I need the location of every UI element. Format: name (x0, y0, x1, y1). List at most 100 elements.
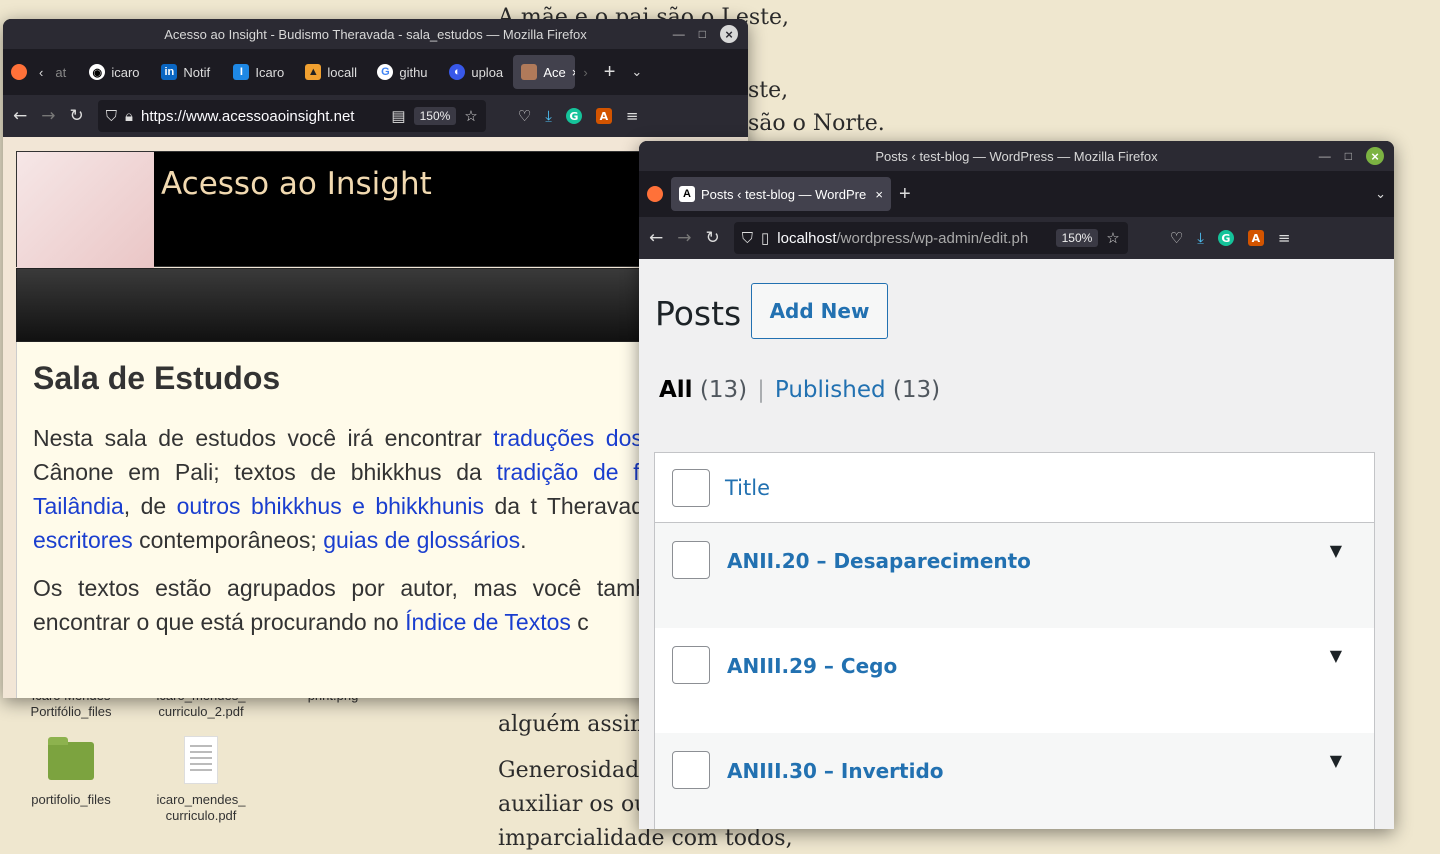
filter-published[interactable]: Published (13) (775, 377, 940, 403)
column-title-sort[interactable]: Title (725, 476, 770, 500)
posts-table: Title ANII.20 – Desaparecimento ▼ ANIII.… (654, 452, 1375, 829)
download-icon[interactable]: ⤓ (1197, 229, 1204, 247)
tab-bar: A Posts ‹ test-blog — WordPre × + ⌄ (639, 171, 1394, 217)
extension-icon[interactable]: A (1247, 230, 1264, 246)
link-outros-bhikkhus[interactable]: outros bhikkhus e bhikkhunis (177, 493, 484, 519)
filter-separator: | (757, 377, 765, 403)
grammarly-icon[interactable]: G (1217, 230, 1234, 246)
menu-icon[interactable]: ≡ (626, 107, 639, 125)
tab-1[interactable]: ◉ icaro (81, 55, 153, 89)
forward-icon[interactable]: → (41, 106, 55, 126)
link-guias[interactable]: guias de (323, 527, 410, 553)
url-text: localhost/wordpress/wp-admin/edit.ph (777, 229, 1029, 247)
window-title: Posts ‹ test-blog — WordPress — Mozilla … (875, 148, 1158, 164)
reload-icon[interactable]: ↻ (706, 228, 720, 248)
link-glossarios[interactable]: glossários (417, 527, 521, 553)
reader-view-icon[interactable]: ▤ (391, 107, 405, 125)
desktop-icon-portifolio-files[interactable]: portifolio_files (16, 737, 126, 808)
tab-3[interactable]: I Icaro (225, 55, 297, 89)
desktop-icon-curriculo[interactable]: icaro_mendes_ curriculo.pdf (146, 736, 256, 824)
link-tradicao[interactable]: tradição de f (496, 459, 639, 485)
list-tabs-icon[interactable]: ⌄ (623, 55, 650, 89)
shield-icon: ⛉ (741, 229, 754, 247)
wordpress-icon: A (679, 186, 695, 202)
zoom-level[interactable]: 150% (1055, 229, 1099, 247)
post-title-link[interactable]: ANII.20 – Desaparecimento (727, 549, 1031, 573)
url-bar[interactable]: ⛉ 🔒︎ https://www.acessoaoinsight.net ▤ 1… (97, 100, 486, 132)
tab-label: Icaro (255, 64, 285, 80)
back-icon[interactable]: ← (13, 106, 27, 126)
link-traducoes[interactable]: traduções dos (493, 425, 643, 451)
tab-4[interactable]: ▲ locall (297, 55, 369, 89)
shield-icon: ⛉ (105, 107, 118, 125)
tab-label: locall (327, 64, 357, 80)
google-icon: G (377, 64, 394, 80)
firefox-menu-icon[interactable] (639, 177, 671, 211)
tab-7-active[interactable]: Ace× (513, 55, 576, 89)
bookmark-star-icon[interactable]: ☆ (464, 107, 477, 125)
add-new-button[interactable]: Add New (751, 283, 888, 339)
linkedin-icon: in (161, 64, 178, 80)
row-checkbox[interactable] (672, 541, 710, 579)
link-escritores[interactable]: escritores (33, 527, 133, 553)
url-text: https://www.acessoaoinsight.net (141, 107, 355, 125)
reload-icon[interactable]: ↻ (70, 106, 84, 126)
grammarly-icon[interactable]: G (565, 108, 582, 124)
tab-2[interactable]: in Notif (153, 55, 225, 89)
download-icon[interactable]: ⤓ (545, 107, 552, 125)
forward-icon[interactable]: → (677, 228, 691, 248)
i-icon: I (233, 64, 250, 80)
toggle-row-icon[interactable]: ▼ (1330, 541, 1342, 560)
tab-6[interactable]: ◐ uploa (441, 55, 513, 89)
pocket-icon[interactable]: ♡ (1170, 229, 1183, 247)
maximize-icon[interactable]: □ (1345, 149, 1352, 163)
firefox-menu-icon[interactable] (3, 55, 35, 89)
filter-all[interactable]: All (13) (659, 377, 747, 403)
nav-bar: ← → ↻ ⛉ ▯ localhost/wordpress/wp-admin/e… (639, 217, 1394, 259)
table-row: ANIII.29 – Cego ▼ (655, 628, 1374, 733)
tab-label: at (55, 64, 67, 80)
pocket-icon[interactable]: ♡ (518, 107, 531, 125)
toggle-row-icon[interactable]: ▼ (1330, 646, 1342, 665)
page-icon: ▯ (761, 230, 770, 247)
minimize-icon[interactable]: — (673, 27, 685, 41)
close-icon[interactable]: × (720, 25, 738, 43)
bg-text-line: auxiliar os ou (498, 792, 649, 817)
tab-label: icaro (111, 64, 140, 80)
maximize-icon[interactable]: □ (699, 27, 706, 41)
acesso-icon (521, 64, 538, 80)
tab-0[interactable]: at (47, 55, 81, 89)
hands-logo-image (17, 152, 154, 268)
tab-posts-active[interactable]: A Posts ‹ test-blog — WordPre × (671, 177, 891, 211)
desktop-icon-label: portifolio_files (31, 792, 111, 807)
extension-icon[interactable]: A (595, 108, 612, 124)
post-title-link[interactable]: ANIII.29 – Cego (727, 654, 897, 678)
zoom-level[interactable]: 150% (413, 107, 457, 125)
menu-icon[interactable]: ≡ (1278, 229, 1291, 247)
new-tab-icon[interactable]: + (596, 55, 624, 89)
select-all-checkbox[interactable] (672, 468, 710, 507)
back-icon[interactable]: ← (649, 228, 663, 248)
intro-paragraph: Nesta sala de estudos você irá encontrar… (33, 425, 680, 553)
site-title[interactable]: Acesso ao Insight (161, 166, 432, 202)
page-title: Posts (655, 294, 742, 333)
close-icon[interactable]: × (1366, 147, 1384, 165)
new-tab-icon[interactable]: + (891, 177, 919, 211)
toggle-row-icon[interactable]: ▼ (1330, 751, 1342, 770)
list-tabs-icon[interactable]: ⌄ (1367, 177, 1394, 211)
tab-scroll-left-icon[interactable]: ‹ (35, 55, 47, 89)
nav-bar: ← → ↻ ⛉ 🔒︎ https://www.acessoaoinsight.n… (3, 95, 748, 137)
minimize-icon[interactable]: — (1319, 149, 1331, 163)
link-indice-textos[interactable]: Índice de Textos (405, 609, 571, 635)
close-tab-icon[interactable]: × (875, 187, 883, 202)
tab-scroll-right-icon[interactable]: › (575, 55, 595, 89)
url-bar[interactable]: ⛉ ▯ localhost/wordpress/wp-admin/edit.ph… (733, 222, 1128, 254)
bookmark-star-icon[interactable]: ☆ (1106, 229, 1119, 247)
post-title-link[interactable]: ANIII.30 – Invertido (727, 759, 944, 783)
desktop-icon-label: icaro_mendes_ curriculo.pdf (156, 792, 246, 823)
upload-icon: ◐ (449, 64, 466, 80)
row-checkbox[interactable] (672, 751, 710, 789)
tab-5[interactable]: Ggithu (369, 55, 441, 89)
window-titlebar: Acesso ao Insight - Budismo Theravada - … (3, 19, 748, 49)
row-checkbox[interactable] (672, 646, 710, 684)
